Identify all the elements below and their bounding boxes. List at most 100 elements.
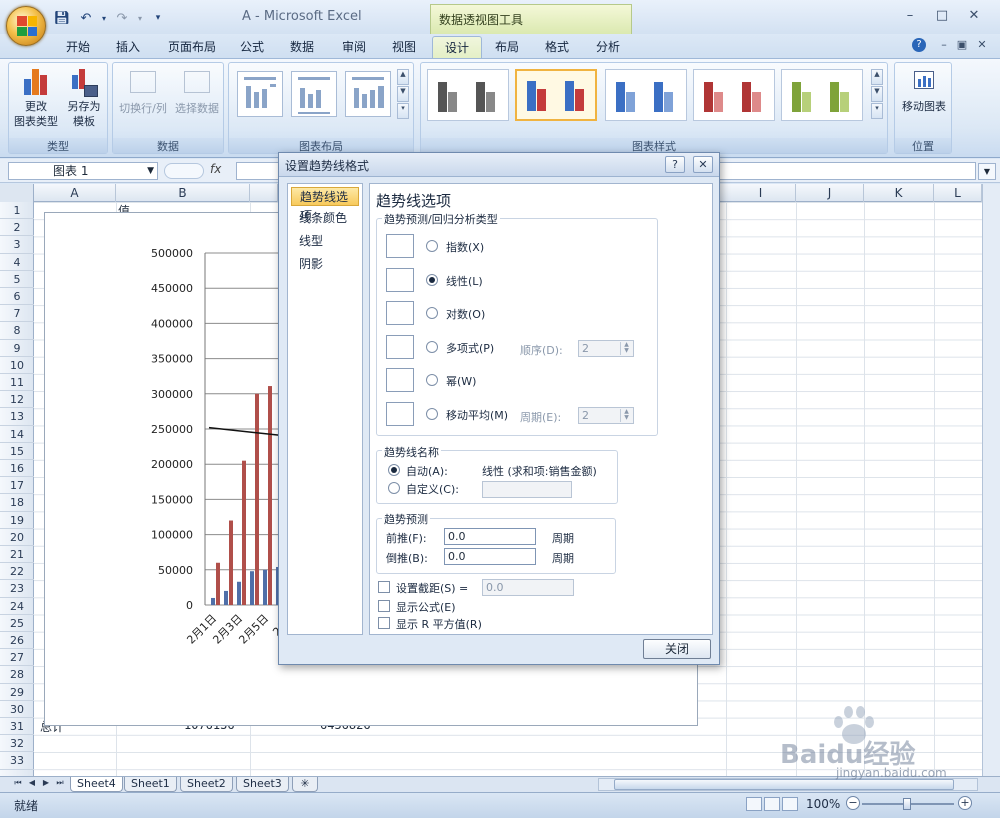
logarithmic-radio[interactable]: [426, 307, 438, 319]
exponential-radio[interactable]: [426, 240, 438, 252]
row-header-6[interactable]: 6: [0, 288, 34, 306]
row-header-25[interactable]: 25: [0, 615, 34, 632]
style-thumb-1[interactable]: [427, 69, 509, 121]
layout-scroll-down[interactable]: ▼: [397, 86, 409, 102]
ribbon-restore-icon[interactable]: ▣: [952, 38, 972, 54]
row-header-28[interactable]: 28: [0, 666, 34, 684]
row-header-12[interactable]: 12: [0, 391, 34, 409]
undo-icon[interactable]: ↶: [76, 9, 96, 27]
tab-format[interactable]: 格式: [533, 36, 581, 58]
row-header-21[interactable]: 21: [0, 546, 34, 564]
tab-layout[interactable]: 布局: [483, 36, 531, 58]
ribbon-minimize-icon[interactable]: –: [934, 38, 954, 54]
help-icon[interactable]: ?: [912, 38, 926, 52]
row-header-14[interactable]: 14: [0, 426, 34, 443]
order-spinner-icon[interactable]: ▲ ▼: [620, 342, 632, 355]
layout-thumb-2[interactable]: [291, 71, 337, 117]
style-thumb-2[interactable]: [515, 69, 597, 121]
show-equation-checkbox[interactable]: [378, 600, 390, 612]
row-header-20[interactable]: 20: [0, 529, 34, 546]
move-chart-button[interactable]: 移动图表: [897, 67, 951, 114]
insert-sheet-icon[interactable]: ✳: [292, 777, 318, 792]
power-radio[interactable]: [426, 374, 438, 386]
layout-more[interactable]: ▾: [397, 103, 409, 119]
style-thumb-5[interactable]: [781, 69, 863, 121]
zoom-in-icon[interactable]: +: [958, 796, 972, 810]
column-header-a[interactable]: A: [34, 184, 116, 202]
forward-input[interactable]: 0.0: [444, 528, 536, 545]
dialog-help-icon[interactable]: ?: [665, 156, 685, 173]
row-header-19[interactable]: 19: [0, 512, 34, 529]
styles-more[interactable]: ▾: [871, 103, 883, 119]
select-data-button[interactable]: 选择数据: [171, 67, 223, 116]
change-chart-type-button[interactable]: 更改 图表类型: [13, 67, 59, 129]
period-spinner-icon[interactable]: ▲ ▼: [620, 409, 632, 422]
layout-thumb-3[interactable]: [345, 71, 391, 117]
row-header-33[interactable]: 33: [0, 752, 34, 770]
column-header-c[interactable]: [250, 184, 278, 202]
minimize-icon[interactable]: –: [900, 8, 920, 24]
row-header-27[interactable]: 27: [0, 649, 34, 667]
show-r2-checkbox[interactable]: [378, 617, 390, 629]
intercept-checkbox[interactable]: [378, 581, 390, 593]
page-break-view-icon[interactable]: [782, 797, 798, 811]
period-input[interactable]: 2 ▲ ▼: [578, 407, 634, 424]
restore-icon[interactable]: □: [932, 8, 952, 24]
save-as-template-button[interactable]: 另存为 模板: [61, 67, 107, 129]
close-window-icon[interactable]: ✕: [964, 8, 984, 24]
nav-line-color[interactable]: 线条颜色: [291, 209, 359, 228]
last-sheet-icon[interactable]: ⏭: [54, 778, 66, 790]
name-custom-input[interactable]: [482, 481, 572, 498]
intercept-input[interactable]: 0.0: [482, 579, 574, 596]
row-header-18[interactable]: 18: [0, 494, 34, 512]
row-header-7[interactable]: 7: [0, 305, 34, 323]
tab-review[interactable]: 审阅: [330, 36, 378, 58]
nav-trendline-options[interactable]: 趋势线选项: [291, 187, 359, 223]
tab-analyze[interactable]: 分析: [584, 36, 632, 58]
ribbon-close-icon[interactable]: ✕: [972, 38, 992, 54]
tab-design[interactable]: 设计: [432, 36, 483, 58]
style-thumb-4[interactable]: [693, 69, 775, 121]
row-header-8[interactable]: 8: [0, 322, 34, 340]
switch-row-column-button[interactable]: 切换行/列: [115, 67, 171, 116]
tab-page-layout[interactable]: 页面布局: [156, 36, 228, 58]
name-custom-radio[interactable]: [388, 482, 400, 494]
row-header-15[interactable]: 15: [0, 443, 34, 460]
page-layout-view-icon[interactable]: [764, 797, 780, 811]
row-header-26[interactable]: 26: [0, 632, 34, 650]
layout-thumb-1[interactable]: [237, 71, 283, 117]
polynomial-radio[interactable]: [426, 341, 438, 353]
first-sheet-icon[interactable]: ⏮: [12, 778, 24, 790]
row-header-4[interactable]: 4: [0, 254, 34, 271]
column-header-b[interactable]: B: [116, 184, 250, 202]
row-header-32[interactable]: 32: [0, 735, 34, 753]
sheet-tab-sheet3[interactable]: Sheet3: [236, 777, 289, 792]
customize-qat-icon[interactable]: ▾: [148, 9, 168, 27]
zoom-out-icon[interactable]: −: [846, 796, 860, 810]
column-header-i[interactable]: I: [726, 184, 796, 202]
row-header-9[interactable]: 9: [0, 340, 34, 357]
row-header-2[interactable]: 2: [0, 219, 34, 237]
moving-average-radio[interactable]: [426, 408, 438, 420]
undo-dropdown-icon[interactable]: ▾: [100, 9, 108, 27]
next-sheet-icon[interactable]: ▶: [40, 778, 52, 790]
save-icon[interactable]: 💾︎: [52, 9, 72, 27]
row-header-1[interactable]: 1: [0, 202, 34, 220]
row-header-31[interactable]: 31: [0, 718, 34, 736]
styles-scroll-up[interactable]: ▲: [871, 69, 883, 85]
row-header-30[interactable]: 30: [0, 701, 34, 718]
office-button[interactable]: [6, 6, 46, 46]
tab-home[interactable]: 开始: [54, 36, 102, 58]
vertical-scrollbar[interactable]: [982, 184, 1000, 776]
formula-expand-icon[interactable]: ▼: [978, 163, 996, 180]
column-header-k[interactable]: K: [864, 184, 934, 202]
prev-sheet-icon[interactable]: ◀: [26, 778, 38, 790]
row-header-11[interactable]: 11: [0, 374, 34, 392]
redo-icon[interactable]: ↷: [112, 9, 132, 27]
row-header-16[interactable]: 16: [0, 460, 34, 478]
row-header-23[interactable]: 23: [0, 580, 34, 598]
order-input[interactable]: 2 ▲ ▼: [578, 340, 634, 357]
tab-view[interactable]: 视图: [380, 36, 428, 58]
zoom-level[interactable]: 100%: [806, 797, 840, 811]
column-header-j[interactable]: J: [796, 184, 864, 202]
